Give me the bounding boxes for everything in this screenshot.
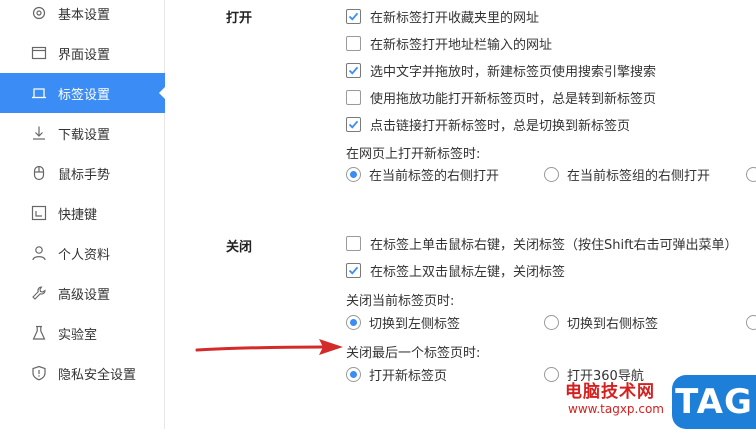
radio-partial-offscreen[interactable] (746, 312, 756, 332)
sidebar-item-label: 界面设置 (58, 48, 111, 63)
radio-open-right-of-current-tab[interactable]: 在当前标签的右侧打开 (346, 164, 499, 184)
checkbox-label: 点击链接打开新标签时，总是切换到新标签页 (370, 118, 631, 134)
sidebar-item-label: 隐私安全设置 (58, 368, 137, 383)
flask-icon (31, 325, 47, 341)
sidebar-item-profile[interactable]: 个人资料 (0, 233, 165, 273)
checkbox-link-switch-new-tab[interactable]: 点击链接打开新标签时，总是切换到新标签页 (346, 114, 630, 134)
sidebar-item-interface[interactable]: 界面设置 (0, 33, 165, 73)
checkbox-checked[interactable] (346, 116, 361, 132)
checkbox-label: 在标签上双击鼠标左键，关闭标签 (370, 264, 566, 280)
sidebar-item-label: 标签设置 (58, 88, 111, 103)
sidebar-item-label: 实验室 (58, 328, 98, 343)
radio-selected[interactable] (346, 366, 361, 382)
radio-label: 切换到右侧标签 (567, 316, 659, 332)
checkbox-unchecked[interactable] (346, 89, 361, 105)
radio-selected[interactable] (346, 314, 361, 330)
checkbox-unchecked[interactable] (346, 35, 361, 51)
sidebar-item-shortcut[interactable]: 快捷键 (0, 193, 165, 233)
open-section-title: 打开 (226, 11, 253, 26)
sidebar-item-tabs[interactable]: 标签设置 (0, 73, 166, 113)
checkbox-drag-switch-new-tab[interactable]: 使用拖放功能打开新标签页时，总是转到新标签页 (346, 87, 656, 107)
sidebar-item-download[interactable]: 下载设置 (0, 113, 165, 153)
radio-unselected[interactable] (746, 314, 756, 330)
checkbox-unchecked[interactable] (346, 235, 361, 251)
radio-label: 在当前标签的右侧打开 (369, 168, 500, 184)
radio-open-new-tab[interactable]: 打开新标签页 (346, 364, 447, 384)
radio-unselected[interactable] (544, 166, 559, 182)
checkbox-label: 在标签上单击鼠标右键，关闭标签（按住Shift右击可弹出菜单） (370, 237, 738, 253)
checkbox-checked[interactable] (346, 8, 361, 24)
checkbox-double-click-close-tab[interactable]: 在标签上双击鼠标左键，关闭标签 (346, 260, 565, 280)
sidebar-item-label: 基本设置 (58, 8, 111, 23)
sidebar-item-label: 高级设置 (58, 288, 111, 303)
shortcut-icon (31, 205, 47, 221)
wrench-icon (31, 285, 47, 301)
radio-unselected[interactable] (544, 314, 559, 330)
checkbox-drag-text-search[interactable]: 选中文字并拖放时，新建标签页使用搜索引擎搜索 (346, 60, 656, 80)
radio-label: 切换到左侧标签 (369, 316, 461, 332)
tab-icon (31, 85, 47, 101)
sidebar-item-label: 鼠标手势 (58, 168, 111, 183)
checkbox-label: 使用拖放功能打开新标签页时，总是转到新标签页 (370, 91, 657, 107)
checkbox-label: 在新标签打开收藏夹里的网址 (370, 10, 540, 26)
sidebar-item-label: 个人资料 (58, 248, 111, 263)
last-tab-label: 关闭最后一个标签页时: (346, 346, 481, 361)
checkbox-open-favorites-new-tab[interactable]: 在新标签打开收藏夹里的网址 (346, 6, 539, 26)
watermark-tag-logo: TAG (672, 375, 756, 429)
radio-switch-right-tab[interactable]: 切换到右侧标签 (544, 312, 658, 332)
sidebar-item-label: 下载设置 (58, 128, 111, 143)
radio-unselected[interactable] (544, 366, 559, 382)
sidebar-item-label: 快捷键 (58, 208, 98, 223)
after-close-label: 关闭当前标签页时: (346, 294, 455, 309)
checkbox-checked[interactable] (346, 62, 361, 78)
sidebar-item-advanced[interactable]: 高级设置 (0, 273, 165, 313)
tab-settings-panel: 打开 在新标签打开收藏夹里的网址 在新标签打开地址栏输入的网址 选中文字并拖放时… (166, 0, 756, 429)
watermark-site-name: 电脑技术网 (565, 382, 655, 402)
radio-label: 在当前标签组的右侧打开 (567, 168, 711, 184)
checkbox-label: 在新标签打开地址栏输入的网址 (370, 37, 553, 53)
sidebar-item-privacy[interactable]: 隐私安全设置 (0, 353, 165, 393)
new-tab-position-label: 在网页上打开新标签时: (346, 147, 481, 162)
sidebar-item-basic[interactable]: 基本设置 (0, 0, 165, 33)
radio-label: 打开新标签页 (369, 368, 448, 384)
radio-selected[interactable] (346, 166, 361, 182)
watermark-url: www.tagxp.com (568, 402, 664, 416)
checkbox-checked[interactable] (346, 262, 361, 278)
sidebar-item-mouse-gesture[interactable]: 鼠标手势 (0, 153, 165, 193)
close-section-title: 关闭 (226, 240, 253, 255)
checkbox-right-click-close-tab[interactable]: 在标签上单击鼠标右键，关闭标签（按住Shift右击可弹出菜单） (346, 233, 738, 253)
sidebar-item-lab[interactable]: 实验室 (0, 313, 165, 353)
gear-icon (31, 5, 47, 21)
window-icon (31, 45, 47, 61)
radio-partial-offscreen[interactable] (746, 164, 756, 184)
mouse-icon (31, 165, 47, 181)
download-icon (31, 125, 47, 141)
radio-unselected[interactable] (746, 166, 756, 182)
user-icon (31, 245, 47, 261)
annotation-arrow-icon (195, 339, 343, 355)
settings-sidebar: 基本设置 界面设置 标签设置 下载设置 鼠标手势 快捷键 个人资料 高级设置 实… (0, 0, 166, 429)
checkbox-open-addressbar-new-tab[interactable]: 在新标签打开地址栏输入的网址 (346, 33, 552, 53)
checkbox-label: 选中文字并拖放时，新建标签页使用搜索引擎搜索 (370, 64, 657, 80)
shield-icon (31, 365, 47, 381)
radio-open-right-of-tab-group[interactable]: 在当前标签组的右侧打开 (544, 164, 710, 184)
radio-switch-left-tab[interactable]: 切换到左侧标签 (346, 312, 460, 332)
